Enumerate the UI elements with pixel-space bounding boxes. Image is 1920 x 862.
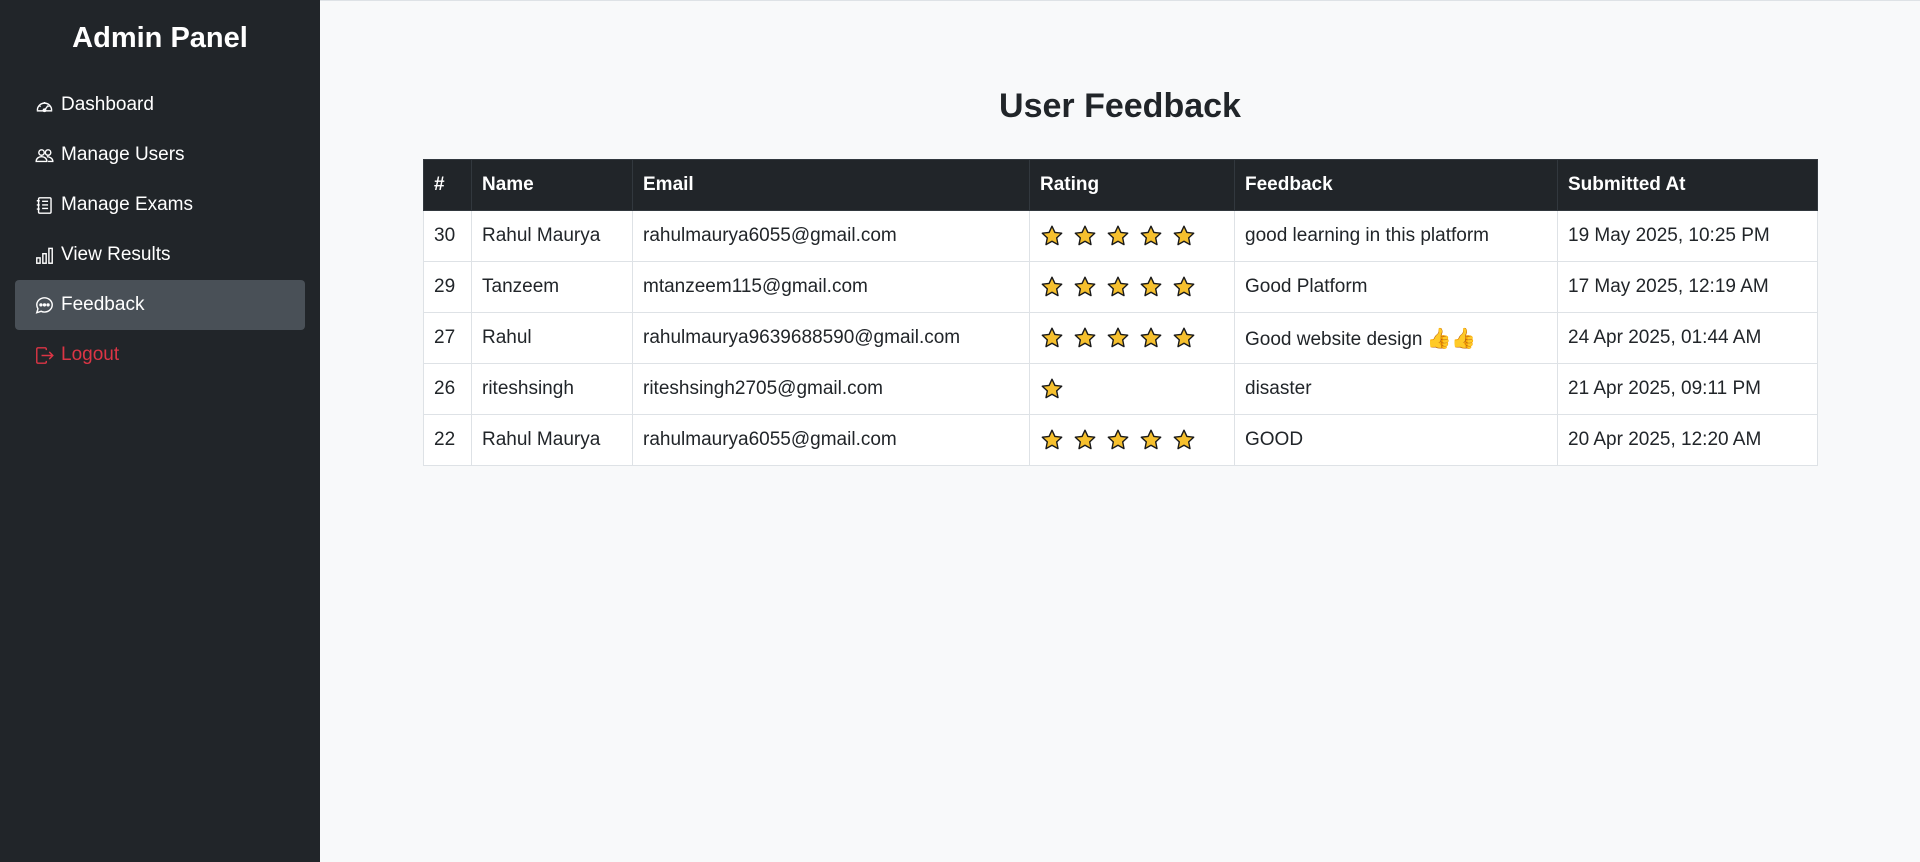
main-content: User Feedback # Name Email Rating Feedba… (320, 0, 1920, 862)
thumbs-up-icon: 👍👍 (1426, 327, 1477, 350)
logout-icon (34, 345, 55, 366)
cell-rating (1029, 414, 1235, 466)
cell-email: riteshsingh2705@gmail.com (632, 363, 1030, 415)
star-icon (1073, 275, 1097, 299)
star-icon (1106, 275, 1130, 299)
table-row: 22 Rahul Maurya rahulmaurya6055@gmail.com G… (423, 414, 1818, 466)
sidebar-item-label: Logout (61, 344, 120, 365)
table-row: 30 Rahul Maurya rahulmaurya6055@gmail.com g… (423, 210, 1818, 262)
cell-submitted-at: 17 May 2025, 12:19 AM (1557, 261, 1818, 313)
star-icon (1073, 428, 1097, 452)
feedback-table: # Name Email Rating Feedback Submitted A… (423, 159, 1818, 466)
column-header-email: Email (632, 159, 1030, 211)
cell-submitted-at: 19 May 2025, 10:25 PM (1557, 210, 1818, 262)
cell-feedback: Good website design 👍👍 (1234, 312, 1558, 364)
star-icon (1139, 428, 1163, 452)
sidebar-nav: Dashboard Manage Users Manage Exams View… (15, 80, 305, 380)
star-icon (1040, 326, 1064, 350)
column-header-rating: Rating (1029, 159, 1235, 211)
table-row: 26 riteshsingh riteshsingh2705@gmail.com di… (423, 363, 1818, 415)
sidebar-item-label: Dashboard (61, 94, 154, 115)
rating-stars (1040, 326, 1224, 350)
cell-name: riteshsingh (471, 363, 633, 415)
journal-icon (34, 195, 55, 216)
cell-feedback: GOOD (1234, 414, 1558, 466)
sidebar-title: Admin Panel (72, 22, 248, 54)
speedometer-icon (34, 95, 55, 116)
chat-dots-icon (34, 295, 55, 316)
star-icon (1139, 224, 1163, 248)
cell-rating (1029, 363, 1235, 415)
sidebar-item-label: View Results (61, 244, 171, 265)
cell-email: mtanzeem115@gmail.com (632, 261, 1030, 313)
column-header-name: Name (471, 159, 633, 211)
sidebar-item-label: Manage Exams (61, 194, 194, 215)
star-icon (1106, 224, 1130, 248)
star-icon (1040, 275, 1064, 299)
sidebar: Admin Panel Dashboard Manage Users Manag… (0, 0, 320, 862)
cell-name: Rahul Maurya (471, 210, 633, 262)
star-icon (1040, 224, 1064, 248)
cell-feedback: disaster (1234, 363, 1558, 415)
table-body: 30 Rahul Maurya rahulmaurya6055@gmail.com g… (423, 210, 1818, 466)
cell-name: Rahul (471, 312, 633, 364)
star-icon (1172, 326, 1196, 350)
sidebar-item-view-results[interactable]: View Results (15, 230, 305, 280)
table-header-row: # Name Email Rating Feedback Submitted A… (423, 159, 1818, 211)
feedback-text: Good Platform (1245, 276, 1368, 297)
table-row: 29 Tanzeem mtanzeem115@gmail.com Good Platf… (423, 261, 1818, 313)
star-icon (1139, 326, 1163, 350)
star-icon (1073, 326, 1097, 350)
cell-id: 27 (423, 312, 472, 364)
cell-rating (1029, 210, 1235, 262)
star-icon (1139, 275, 1163, 299)
cell-submitted-at: 21 Apr 2025, 09:11 PM (1557, 363, 1818, 415)
column-header-feedback: Feedback (1234, 159, 1558, 211)
rating-stars (1040, 377, 1224, 401)
cell-id: 26 (423, 363, 472, 415)
rating-stars (1040, 428, 1224, 452)
column-header-submitted-at: Submitted At (1557, 159, 1818, 211)
star-icon (1172, 428, 1196, 452)
sidebar-item-manage-exams[interactable]: Manage Exams (15, 180, 305, 230)
cell-id: 22 (423, 414, 472, 466)
feedback-text: GOOD (1245, 429, 1304, 450)
cell-feedback: good learning in this platform (1234, 210, 1558, 262)
cell-id: 29 (423, 261, 472, 313)
feedback-text: good learning in this platform (1245, 225, 1489, 246)
cell-submitted-at: 24 Apr 2025, 01:44 AM (1557, 312, 1818, 364)
cell-email: rahulmaurya6055@gmail.com (632, 210, 1030, 262)
star-icon (1172, 275, 1196, 299)
cell-id: 30 (423, 210, 472, 262)
table-row: 27 Rahul rahulmaurya9639688590@gmail.com Go… (423, 312, 1818, 364)
sidebar-item-label: Feedback (61, 294, 145, 315)
cell-rating (1029, 312, 1235, 364)
cell-name: Tanzeem (471, 261, 633, 313)
rating-stars (1040, 275, 1224, 299)
star-icon (1040, 377, 1064, 401)
sidebar-item-feedback[interactable]: Feedback (15, 280, 305, 330)
feedback-text: Good website design (1245, 328, 1423, 350)
sidebar-item-manage-users[interactable]: Manage Users (15, 130, 305, 180)
cell-email: rahulmaurya9639688590@gmail.com (632, 312, 1030, 364)
cell-feedback: Good Platform (1234, 261, 1558, 313)
cell-submitted-at: 20 Apr 2025, 12:20 AM (1557, 414, 1818, 466)
star-icon (1040, 428, 1064, 452)
star-icon (1172, 224, 1196, 248)
cell-name: Rahul Maurya (471, 414, 633, 466)
sidebar-item-logout[interactable]: Logout (15, 330, 305, 380)
feedback-text: disaster (1245, 378, 1312, 399)
star-icon (1106, 428, 1130, 452)
sidebar-item-label: Manage Users (61, 144, 185, 165)
sidebar-item-dashboard[interactable]: Dashboard (15, 80, 305, 130)
cell-email: rahulmaurya6055@gmail.com (632, 414, 1030, 466)
star-icon (1106, 326, 1130, 350)
bar-chart-icon (34, 245, 55, 266)
page-title: User Feedback (999, 87, 1241, 125)
column-header-number: # (423, 159, 472, 211)
rating-stars (1040, 224, 1224, 248)
users-icon (34, 145, 55, 166)
cell-rating (1029, 261, 1235, 313)
star-icon (1073, 224, 1097, 248)
